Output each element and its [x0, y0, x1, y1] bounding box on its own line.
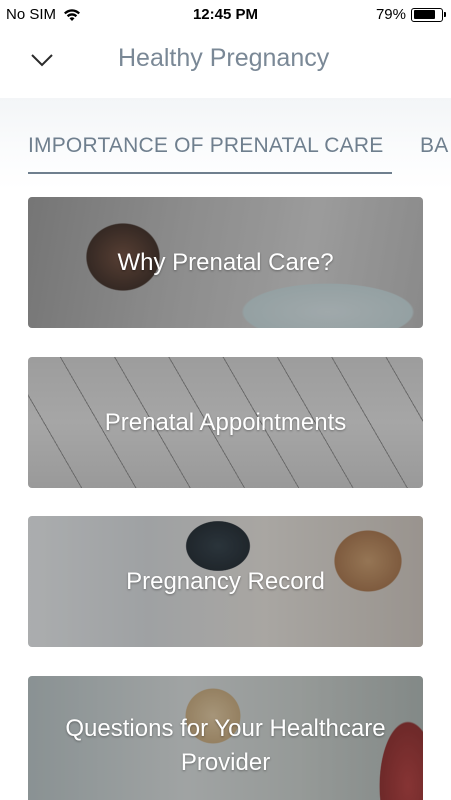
battery-icon [411, 7, 446, 22]
card-label: Prenatal Appointments [104, 408, 347, 436]
nav-header: Healthy Pregnancy [0, 28, 451, 98]
card-label: Pregnancy Record [126, 567, 325, 595]
tab-strip: IMPORTANCE OF PRENATAL CARE BA [0, 98, 451, 190]
card-prenatal-appointments[interactable]: Prenatal Appointments [28, 357, 423, 488]
active-tab-indicator [28, 172, 392, 174]
battery-fill [413, 10, 435, 19]
card-pregnancy-record[interactable]: Pregnancy Record [28, 516, 423, 647]
chevron-down-icon[interactable] [30, 48, 54, 72]
card-why-prenatal-care[interactable]: Why Prenatal Care? [28, 197, 423, 328]
status-right: 79% [375, 6, 446, 23]
page-title: Healthy Pregnancy [118, 44, 330, 72]
card-label: Questions for Your Healthcare Provider [65, 715, 386, 776]
tab-importance-of-prenatal-care[interactable]: IMPORTANCE OF PRENATAL CARE [28, 134, 383, 158]
card-label: Why Prenatal Care? [117, 248, 334, 276]
battery-percent: 79% [375, 6, 406, 23]
status-bar: No SIM 12:45 PM 79% [0, 0, 451, 28]
tab-next[interactable]: BA [420, 134, 448, 158]
card-questions-for-provider[interactable]: Questions for Your Healthcare Provider [28, 676, 423, 800]
